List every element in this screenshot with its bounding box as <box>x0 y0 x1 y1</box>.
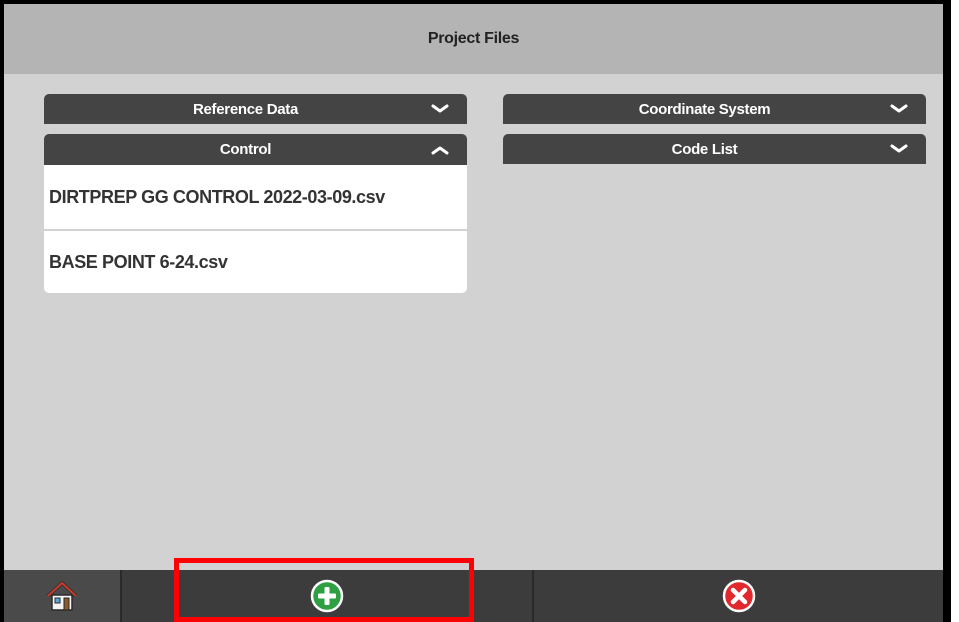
cancel-button[interactable] <box>534 570 943 622</box>
left-column: Reference Data Control DIRTPREP GG CONTR… <box>44 94 467 293</box>
section-control[interactable]: Control <box>44 134 467 165</box>
home-button[interactable] <box>4 570 122 622</box>
right-column: Coordinate System Code List <box>503 94 926 174</box>
section-label: Control <box>219 141 272 158</box>
add-button[interactable] <box>122 570 534 622</box>
list-item[interactable]: BASE POINT 6-24.csv <box>44 229 467 293</box>
section-code-list[interactable]: Code List <box>503 134 926 164</box>
add-icon <box>310 579 344 613</box>
chevron-down-icon <box>890 104 908 113</box>
chevron-down-icon <box>431 104 449 113</box>
section-label: Code List <box>671 140 738 158</box>
cancel-icon <box>722 579 755 613</box>
section-label: Reference Data <box>192 100 299 118</box>
control-file-list: DIRTPREP GG CONTROL 2022-03-09.csv BASE … <box>44 165 467 293</box>
bottom-toolbar <box>4 570 943 622</box>
chevron-down-icon <box>890 144 908 153</box>
page-title: Project Files <box>427 30 520 47</box>
project-files-screen: Project Files Reference Data Control DIR… <box>4 4 943 622</box>
title-bar: Project Files <box>4 4 943 74</box>
section-coordinate-system[interactable]: Coordinate System <box>503 94 926 124</box>
section-reference-data[interactable]: Reference Data <box>44 94 467 124</box>
section-label: Coordinate System <box>638 100 771 118</box>
list-item[interactable]: DIRTPREP GG CONTROL 2022-03-09.csv <box>44 165 467 229</box>
home-icon <box>46 581 78 611</box>
chevron-up-icon <box>431 146 449 154</box>
